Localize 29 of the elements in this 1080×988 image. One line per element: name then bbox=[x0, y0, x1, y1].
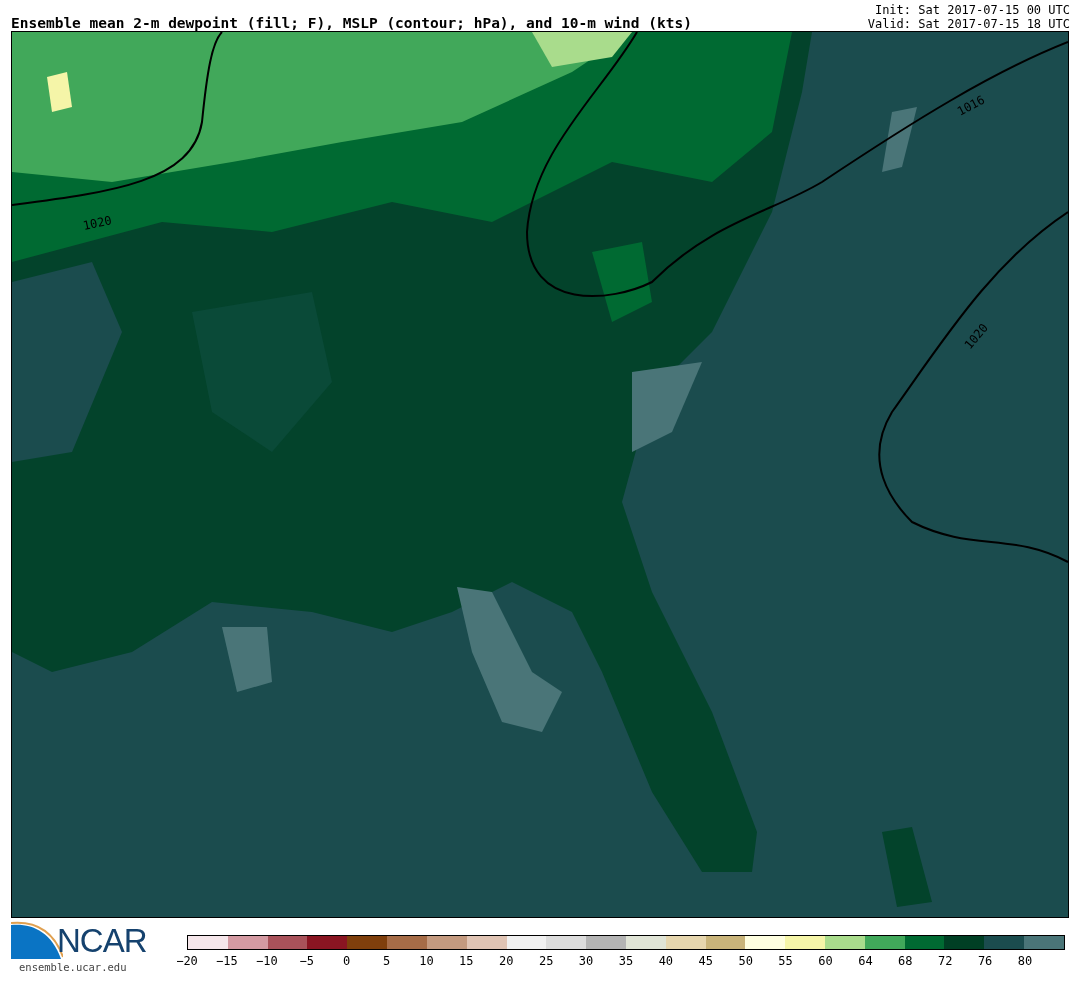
valid-time: Valid: Sat 2017-07-15 18 UTC bbox=[867, 17, 1070, 31]
chart-title: Ensemble mean 2-m dewpoint (fill; F), MSLP (contour; hPa), and 10-m wind (kts) bbox=[11, 15, 692, 31]
scale-label: 50 bbox=[738, 954, 753, 968]
contour-label: 1020 bbox=[81, 213, 113, 233]
scale-label: 72 bbox=[938, 954, 953, 968]
scale-label: 68 bbox=[898, 954, 913, 968]
scale-label: 35 bbox=[618, 954, 634, 968]
scale-label: 76 bbox=[977, 954, 993, 968]
scale-label: 25 bbox=[538, 954, 554, 968]
site-url: ensemble.ucar.edu bbox=[19, 961, 128, 973]
scale-label: 20 bbox=[499, 954, 514, 968]
scale-label: 10 bbox=[419, 954, 434, 968]
scale-label: −20 bbox=[176, 954, 198, 968]
scale-label: 64 bbox=[858, 954, 873, 968]
contour-label: 1016 bbox=[954, 92, 987, 119]
init-time: Init: Sat 2017-07-15 00 UTC bbox=[874, 3, 1070, 17]
logo-wordmark: NCAR bbox=[57, 923, 147, 959]
scale-label: 30 bbox=[578, 954, 594, 968]
scale-label: −15 bbox=[216, 954, 238, 968]
scale-label: 0 bbox=[343, 954, 351, 968]
scale-label: 60 bbox=[818, 954, 833, 968]
scale-label: −10 bbox=[255, 954, 278, 968]
scale-label: 55 bbox=[778, 954, 793, 968]
scale-label: 15 bbox=[459, 954, 474, 968]
scale-label: 5 bbox=[382, 954, 391, 968]
scale-label: 40 bbox=[658, 954, 674, 968]
scale-label: −5 bbox=[299, 954, 314, 968]
scale-label: 80 bbox=[1017, 954, 1033, 968]
scale-label: 45 bbox=[698, 954, 713, 968]
